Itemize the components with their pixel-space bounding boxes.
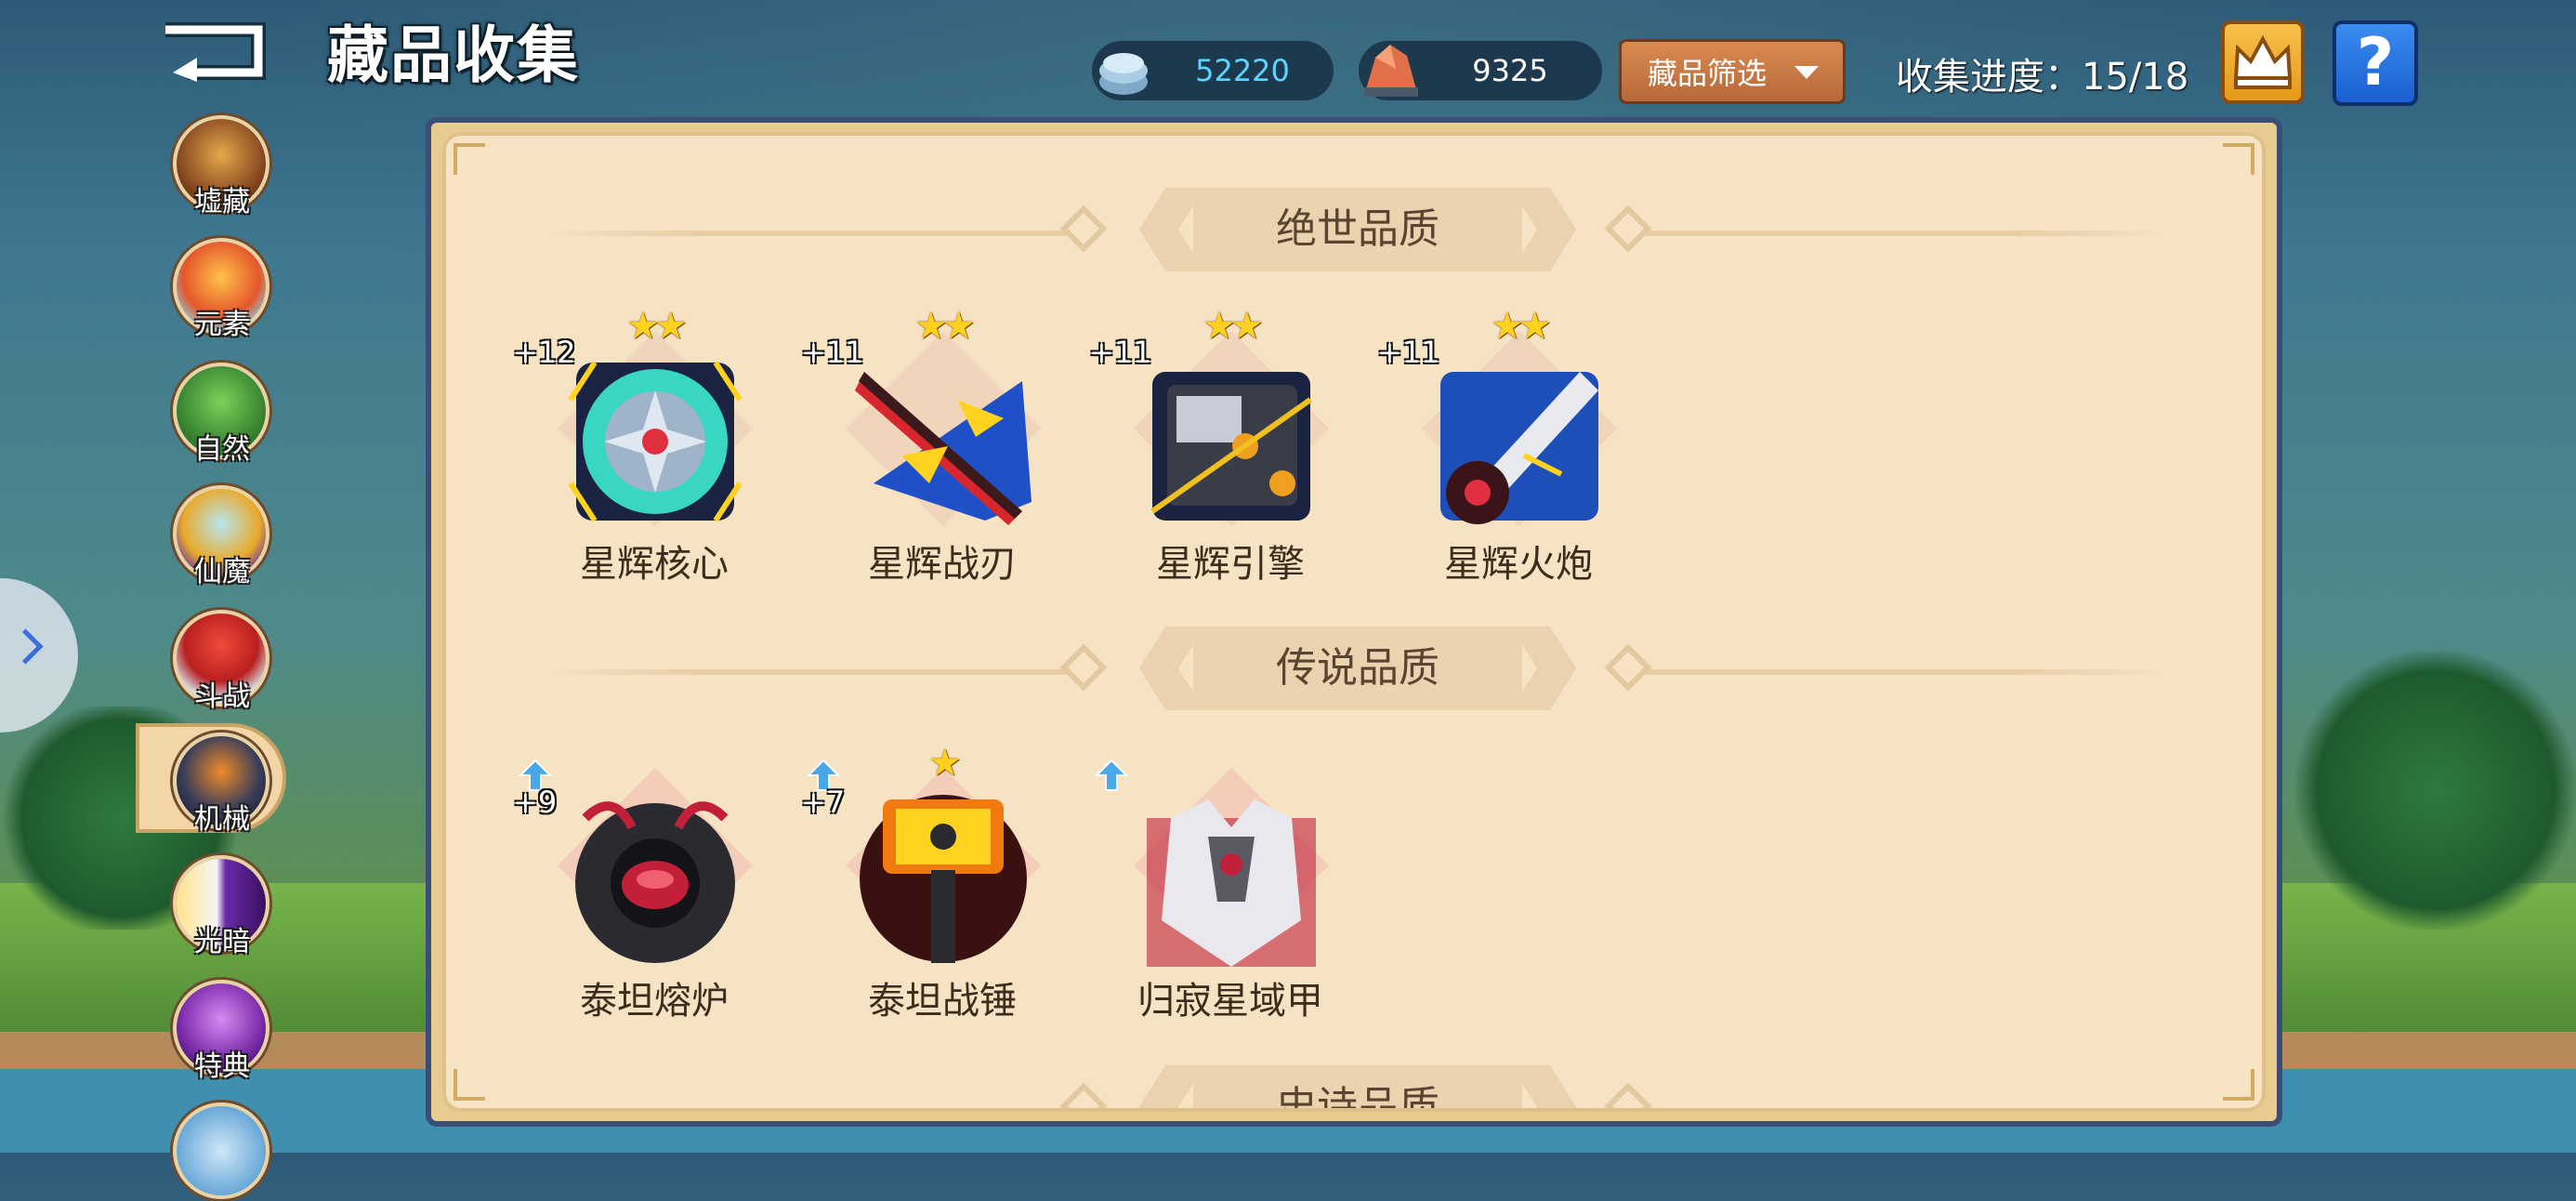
crown-button[interactable] (2221, 20, 2305, 104)
back-arrow-icon (165, 22, 266, 82)
item-name: 星辉火炮 (1444, 543, 1593, 586)
category-special[interactable]: 特典 (173, 980, 271, 1083)
corner-ornament (2223, 143, 2254, 175)
category-potion[interactable] (173, 1102, 271, 1201)
expand-sidebar-button[interactable] (0, 578, 78, 732)
titan-hammer-icon (860, 795, 1027, 963)
back-button[interactable] (156, 17, 269, 82)
category-battle[interactable]: 斗战 (173, 610, 271, 713)
crystal-coin-icon (1099, 53, 1148, 95)
crystal-value: 52220 (1195, 53, 1290, 88)
item-level: +11 (1089, 335, 1152, 370)
starlight-blade-icon (855, 372, 1032, 525)
category-label: 光暗 (194, 926, 250, 958)
divider-line (1645, 669, 2165, 675)
item-name: 星辉引擎 (1156, 543, 1305, 586)
item-name: 星辉战刃 (868, 543, 1017, 586)
category-label: 仙魔 (194, 556, 250, 588)
section-title: 传说品质 (1276, 644, 1439, 692)
diamond-ornament (1059, 1082, 1108, 1108)
collection-progress: 收集进度：15/18 (1896, 56, 2189, 99)
star-rating: ★ (928, 742, 962, 785)
star-domain-armor-icon (1147, 799, 1316, 967)
starlight-cannon-icon (1440, 372, 1598, 524)
collection-item[interactable]: ★★ +11 星辉火炮 (1377, 305, 1658, 586)
item-level: +11 (1377, 335, 1440, 370)
category-label: 自然 (194, 433, 250, 466)
category-label: 墟藏 (194, 186, 250, 218)
filter-label: 藏品筛选 (1648, 56, 1768, 91)
collection-item[interactable]: 归寂星域甲 (1091, 744, 1370, 1023)
collection-item[interactable]: ★★ +11 星辉引擎 (1089, 305, 1370, 586)
dropdown-arrow-icon (1794, 66, 1819, 79)
upgrade-arrow-icon (1095, 759, 1128, 791)
resource-ore: 9325 (1359, 41, 1602, 100)
resource-crystal: 52220 (1092, 41, 1334, 100)
category-light-dark[interactable]: 光暗 (173, 855, 271, 958)
category-ruins[interactable]: 墟藏 (173, 115, 271, 218)
category-label: 机械 (194, 803, 250, 836)
section-header-epic: 史诗品质 (446, 1058, 2262, 1112)
ore-value: 9325 (1472, 53, 1548, 88)
category-nature[interactable]: 自然 (173, 363, 271, 466)
divider-line (548, 231, 1069, 236)
category-mech[interactable]: 机械 (173, 732, 271, 836)
collection-item[interactable]: ★★ +12 星辉核心 (513, 305, 794, 586)
item-name: 归寂星域甲 (1137, 980, 1323, 1023)
page-title: 藏品收集 (327, 20, 580, 91)
item-name: 泰坦熔炉 (580, 980, 729, 1023)
diamond-ornament (1604, 1082, 1652, 1108)
diamond-ornament (1604, 205, 1652, 253)
section-header-peerless: 绝世品质 (446, 180, 2262, 283)
starlight-core-icon (568, 361, 743, 522)
divider-line (548, 669, 1069, 675)
item-name: 星辉核心 (580, 543, 729, 586)
filter-button[interactable]: 藏品筛选 (1619, 39, 1846, 104)
category-immortal-demon[interactable]: 仙魔 (173, 485, 271, 588)
crown-icon (2233, 34, 2293, 89)
category-label: 斗战 (194, 680, 250, 713)
diamond-ornament (1604, 643, 1652, 692)
collection-panel[interactable]: 绝世品质 ★★ +12 星辉核心 ★★ +11 星辉战刃 ★★ +11 星辉引擎… (442, 132, 2266, 1112)
category-label: 特典 (194, 1050, 250, 1083)
collection-item[interactable]: ★★ +11 星辉战刃 (801, 305, 1082, 586)
category-element[interactable]: 元素 (173, 238, 271, 341)
titan-furnace-icon (575, 801, 735, 963)
collection-item[interactable]: ★ +7 泰坦战锤 (801, 742, 1082, 1023)
background-tree-right (2295, 651, 2576, 930)
item-level: +9 (513, 785, 558, 820)
help-button[interactable]: ? (2333, 20, 2418, 106)
item-level: +11 (801, 335, 864, 370)
starlight-engine-icon (1150, 372, 1312, 521)
potion-icon (173, 1102, 269, 1199)
item-level: +12 (513, 335, 576, 370)
item-level: +7 (801, 785, 846, 820)
item-name: 泰坦战锤 (868, 980, 1017, 1023)
ore-icon (1364, 45, 1418, 97)
diamond-ornament (1059, 205, 1108, 253)
section-header-legendary: 传说品质 (446, 619, 2262, 721)
corner-ornament (453, 143, 485, 175)
divider-line (1645, 231, 2165, 236)
category-label: 元素 (194, 309, 250, 341)
section-title: 史诗品质 (1276, 1083, 1439, 1112)
diamond-ornament (1059, 643, 1108, 692)
collection-item[interactable]: +9 泰坦熔炉 (513, 744, 794, 1023)
section-title: 绝世品质 (1276, 205, 1439, 253)
